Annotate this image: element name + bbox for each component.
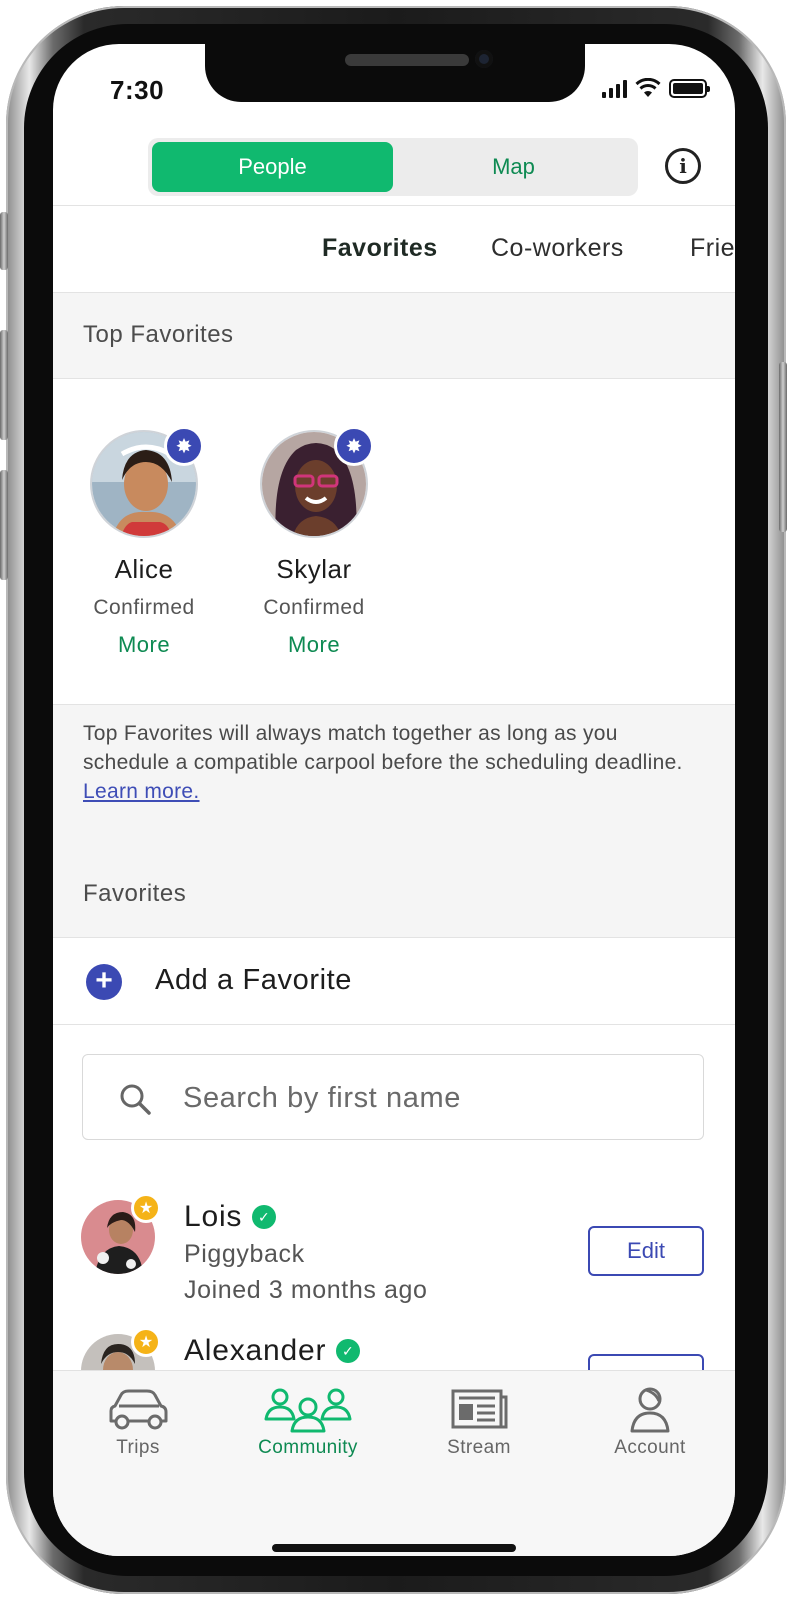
tab-stream[interactable]: Stream: [404, 1385, 554, 1459]
status-time: 7:30: [110, 75, 165, 105]
view-switcher: People Map: [148, 138, 638, 196]
star-badge-icon: ✸: [334, 426, 374, 466]
learn-more-link[interactable]: Learn more.: [83, 780, 200, 803]
top-favorites-header: Top Favorites: [53, 292, 735, 379]
tab-co-workers[interactable]: Co-workers: [491, 234, 624, 263]
more-link[interactable]: More: [69, 632, 219, 658]
segment-map[interactable]: Map: [393, 142, 634, 192]
star-badge-icon: ★: [131, 1193, 161, 1223]
more-link[interactable]: More: [239, 632, 389, 658]
wifi-icon: [635, 78, 661, 97]
tab-account[interactable]: Account: [575, 1385, 725, 1459]
tab-trips[interactable]: Trips: [63, 1385, 213, 1459]
segment-people[interactable]: People: [152, 142, 393, 192]
person-name-text: Alexander: [184, 1334, 327, 1367]
app-screen: 7:30 People Map i Favorites Co-workers F…: [53, 44, 735, 1556]
status-icons: [602, 78, 710, 98]
star-badge-icon: ✸: [164, 426, 204, 466]
signal-icon: [602, 80, 627, 98]
top-favorites-note: Top Favorites will always match together…: [83, 719, 703, 806]
filter-tabs: Favorites Co-workers Frie: [53, 206, 735, 292]
plus-icon: +: [86, 964, 122, 1000]
tab-label: Community: [258, 1437, 358, 1458]
power-button: [779, 362, 787, 532]
favorite-status: Confirmed: [263, 596, 365, 619]
person-name: Alexander ✓: [184, 1334, 361, 1368]
add-favorite-row[interactable]: + Add a Favorite: [53, 938, 735, 1024]
volume-up-button: [0, 330, 8, 440]
bottom-tab-bar: Trips Community Stream Account: [53, 1370, 735, 1556]
side-button: [0, 212, 8, 270]
search-icon: [120, 1084, 151, 1115]
edit-button[interactable]: Edit: [588, 1226, 704, 1276]
tab-community[interactable]: Community: [233, 1385, 383, 1459]
car-icon: [109, 1389, 168, 1430]
verified-check-icon: ✓: [336, 1339, 361, 1363]
favorite-row: ★ Lois ✓ Piggyback Joined 3 months ago E…: [53, 1193, 735, 1330]
favorite-name: Alice: [114, 554, 174, 584]
note-text: Top Favorites will always match together…: [83, 722, 683, 774]
favorite-name: Skylar: [276, 554, 352, 584]
top-favorite-card[interactable]: ✸ Skylar Confirmed More: [239, 426, 389, 670]
divider: [53, 1024, 735, 1025]
volume-down-button: [0, 470, 8, 580]
front-camera: [475, 50, 493, 68]
device-notch: [205, 44, 585, 102]
top-favorite-card[interactable]: ✸ Alice Confirmed More: [69, 426, 219, 670]
info-circle-icon[interactable]: i: [665, 148, 701, 184]
person-name: Lois ✓: [184, 1200, 277, 1234]
person-icon: [630, 1387, 670, 1433]
battery-icon: [669, 79, 710, 98]
section-title: Top Favorites: [83, 321, 234, 348]
favorites-title: Favorites: [83, 880, 187, 907]
tab-label: Stream: [447, 1437, 511, 1458]
tab-friends[interactable]: Frie: [690, 234, 735, 263]
people-group-icon: [264, 1388, 352, 1433]
verified-check-icon: ✓: [252, 1205, 277, 1229]
tab-label: Account: [614, 1437, 686, 1458]
add-favorite-label: Add a Favorite: [155, 964, 352, 996]
search-box: [82, 1054, 704, 1140]
tab-label: Trips: [116, 1437, 160, 1458]
speaker-grille: [345, 54, 469, 66]
person-name-text: Lois: [184, 1200, 243, 1233]
newspaper-icon: [451, 1389, 508, 1429]
star-badge-icon: ★: [131, 1327, 161, 1357]
favorite-status: Confirmed: [93, 596, 195, 619]
search-input[interactable]: [183, 1075, 683, 1121]
tab-favorites[interactable]: Favorites: [322, 234, 438, 263]
person-joined: Joined 3 months ago: [184, 1276, 428, 1304]
person-role: Piggyback: [184, 1240, 305, 1268]
home-indicator[interactable]: [272, 1544, 516, 1552]
